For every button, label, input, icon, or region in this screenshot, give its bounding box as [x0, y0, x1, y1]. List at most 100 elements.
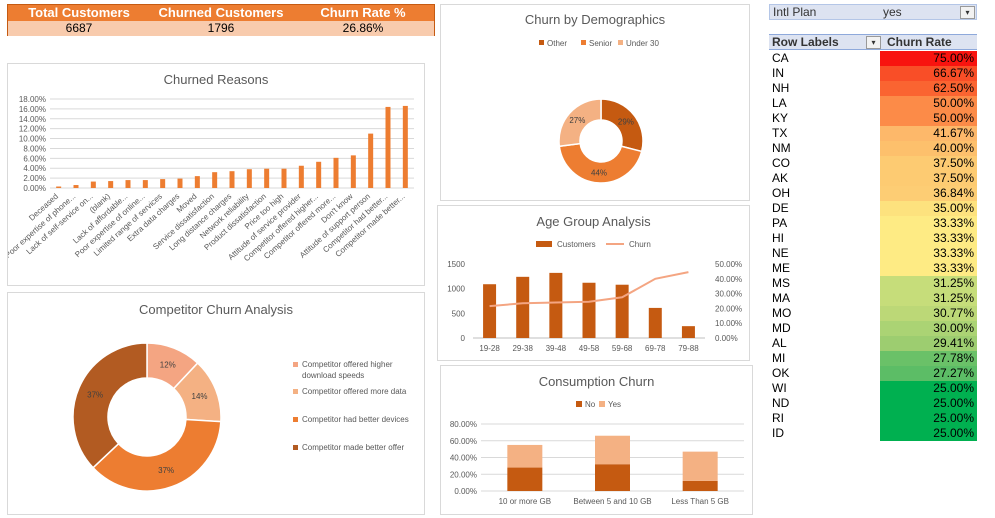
- legend-swatch: [536, 241, 552, 247]
- filter-label: Intl Plan: [773, 5, 817, 19]
- pivot-row: ND 25.00%: [769, 396, 977, 411]
- legend-label: Churn: [629, 240, 651, 249]
- y-tick-label: 40.00%: [450, 454, 477, 463]
- bar-customers: [483, 284, 497, 338]
- churn-rate-header: Churn Rate: [887, 35, 952, 49]
- pivot-state-label: DE: [772, 201, 789, 215]
- pivot-state-label: TX: [772, 126, 788, 140]
- pivot-churn-rate-cell: 66.67%: [880, 66, 977, 81]
- pivot-row: CA 75.00%: [769, 51, 977, 66]
- pivot-row: WI 25.00%: [769, 381, 977, 396]
- bar-no: [507, 467, 543, 491]
- bar: [125, 180, 131, 188]
- pivot-row: CO 37.50%: [769, 156, 977, 171]
- bar-customers: [648, 307, 662, 338]
- bar-customers: [615, 284, 629, 338]
- legend-label: Under 30: [626, 39, 659, 48]
- data-label: 37%: [87, 391, 103, 400]
- legend-swatch: [539, 40, 544, 45]
- pivot-row: AL 29.41%: [769, 336, 977, 351]
- consumption-churn-chart[interactable]: Consumption Churn 0.00% 20.00% 40.00% 60.00…: [440, 365, 753, 515]
- data-label: 44%: [591, 168, 607, 177]
- bar: [142, 180, 148, 188]
- donut-slice: [91, 418, 222, 492]
- data-label: 27%: [569, 116, 585, 125]
- age-group-plot: 0 500 1000 1500 0.00% 10.00% 20.00% 30.00% 40.00…: [447, 240, 742, 353]
- age-group-chart[interactable]: Age Group Analysis 0 500 1000 1500 0.00% 10.0…: [437, 205, 750, 361]
- bar-no: [682, 480, 718, 491]
- pivot-row: PA 33.33%: [769, 216, 977, 231]
- pivot-churn-rate-cell: 37.50%: [880, 156, 977, 171]
- legend-swatch: [293, 362, 298, 367]
- pivot-churn-rate-cell: 30.00%: [880, 321, 977, 336]
- bar: [264, 168, 270, 188]
- churned-reasons-chart[interactable]: Churned Reasons 0.00% 2.00% 4.00% 6.00% 8.00…: [7, 63, 425, 286]
- legend-label: Other: [547, 39, 567, 48]
- filter-dropdown-icon[interactable]: ▾: [960, 6, 975, 19]
- pivot-state-label: NE: [772, 246, 789, 260]
- demographics-plot: Other Senior Under 30 29% 44% 27%: [539, 39, 659, 184]
- bar: [298, 165, 304, 188]
- pivot-row: KY 50.00%: [769, 111, 977, 126]
- pivot-row: MS 31.25%: [769, 276, 977, 291]
- pivot-row: ID 25.00%: [769, 426, 977, 441]
- legend-swatch: [293, 417, 298, 422]
- pivot-state-label: MA: [772, 291, 790, 305]
- pivot-state-label: ND: [772, 396, 790, 410]
- pivot-state-label: ID: [772, 426, 784, 440]
- donut-slice: [72, 342, 148, 469]
- pivot-churn-rate-cell: 30.77%: [880, 306, 977, 321]
- data-label: 12%: [160, 360, 176, 369]
- pivot-churn-rate-cell: 31.25%: [880, 276, 977, 291]
- bar: [194, 176, 200, 188]
- row-labels-filter-icon[interactable]: ▾: [866, 36, 881, 49]
- pivot-row: LA 50.00%: [769, 96, 977, 111]
- bar: [212, 172, 218, 188]
- data-label: 14%: [192, 392, 208, 401]
- x-tick-label: 69-78: [645, 344, 666, 353]
- legend-label: Customers: [557, 240, 596, 249]
- legend-label: Competitor offered higher: [302, 360, 393, 369]
- bar: [281, 168, 287, 188]
- row-labels-header: Row Labels: [772, 35, 839, 49]
- pivot-row: MO 30.77%: [769, 306, 977, 321]
- pivot-filter: Intl Plan yes ▾: [769, 4, 977, 20]
- bar: [90, 181, 96, 188]
- y-tick-label: 20.00%: [450, 470, 477, 479]
- y2-tick-label: 10.00%: [715, 319, 742, 328]
- legend-swatch: [576, 401, 582, 407]
- demographics-chart[interactable]: Churn by Demographics Other Senior Under 3…: [440, 4, 750, 201]
- kpi-churned-customers-value: 1796: [207, 21, 235, 35]
- y-tick-label: 2.00%: [23, 174, 46, 183]
- bar: [160, 179, 166, 188]
- x-tick-label: 79-88: [678, 344, 699, 353]
- bar-yes: [507, 444, 543, 468]
- bar: [229, 171, 235, 188]
- legend-label: Competitor made better offer: [302, 443, 404, 452]
- legend-label: Yes: [608, 400, 621, 409]
- y2-tick-label: 20.00%: [715, 304, 742, 313]
- y-tick-label: 4.00%: [23, 164, 46, 173]
- pivot-state-label: LA: [772, 96, 787, 110]
- bar-yes: [682, 451, 718, 481]
- kpi-value-row: 6687 1796 26.86%: [8, 21, 434, 36]
- pivot-churn-rate-cell: 33.33%: [880, 231, 977, 246]
- y-tick-label: 0.00%: [23, 184, 46, 193]
- kpi-churned-customers-label: Churned Customers: [158, 5, 284, 20]
- pivot-state-label: AK: [772, 171, 789, 185]
- legend-label: download speeds: [302, 371, 364, 380]
- y2-tick-label: 0.00%: [715, 334, 738, 343]
- kpi-churn-rate-label: Churn Rate %: [320, 5, 406, 20]
- pivot-state-label: MD: [772, 321, 791, 335]
- pivot-row: IN 66.67%: [769, 66, 977, 81]
- x-tick-label: 29-38: [512, 344, 533, 353]
- bar: [316, 161, 322, 188]
- consumption-churn-plot: 0.00% 20.00% 40.00% 60.00% 80.00% 10 or more …: [450, 400, 744, 506]
- pivot-churn-rate-cell: 50.00%: [880, 96, 977, 111]
- y-tick-label: 10.00%: [19, 135, 46, 144]
- pivot-row: TX 41.67%: [769, 126, 977, 141]
- x-tick-label: 59-68: [612, 344, 633, 353]
- competitor-churn-chart[interactable]: Competitor Churn Analysis 12% 14% 37% 37% Co…: [7, 292, 425, 515]
- kpi-total-customers-label: Total Customers: [28, 5, 130, 20]
- bar: [73, 185, 79, 188]
